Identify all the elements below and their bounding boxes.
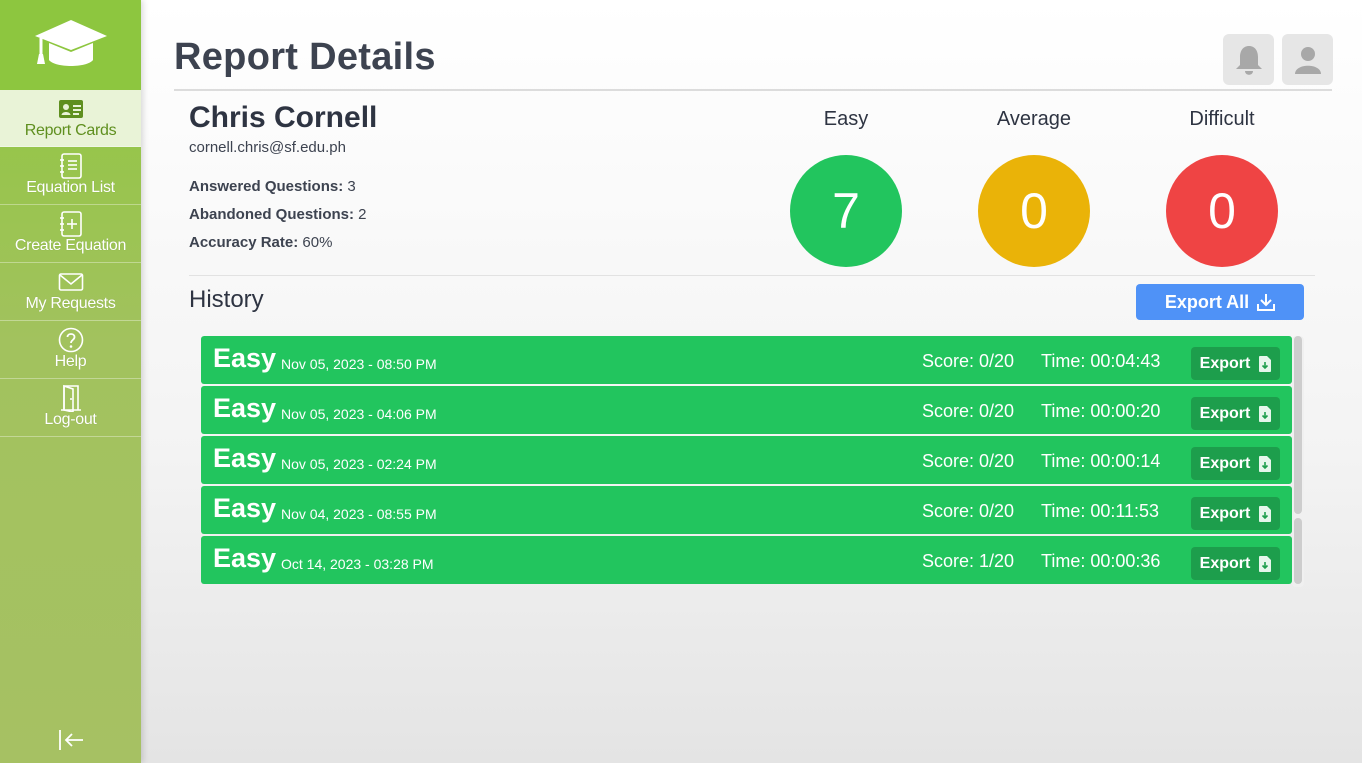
export-button[interactable]: Export [1191, 497, 1280, 530]
sidebar-item-label: Report Cards [24, 121, 117, 139]
user-icon [1294, 46, 1321, 74]
export-button[interactable]: Export [1191, 547, 1280, 580]
user-profile-button[interactable] [1282, 34, 1333, 85]
section-divider [189, 275, 1315, 276]
notebook-plus-icon [59, 211, 83, 237]
accuracy-rate: Accuracy Rate: 60% [189, 234, 332, 251]
difficulty-average: Average 0 [978, 108, 1090, 267]
difficulty-count-circle: 0 [1166, 155, 1278, 267]
history-title: History [189, 286, 264, 313]
history-list[interactable]: Easy Nov 05, 2023 - 08:50 PM Score: 0/20… [200, 336, 1304, 587]
history-date: Nov 05, 2023 - 08:50 PM [281, 356, 437, 372]
accuracy-rate-label: Accuracy Rate: [189, 234, 299, 251]
export-all-button[interactable]: Export All [1136, 284, 1304, 320]
history-date: Nov 05, 2023 - 04:06 PM [281, 406, 437, 422]
file-download-icon [1259, 355, 1272, 372]
history-score: Score: 0/20 [922, 451, 1015, 471]
history-date: Oct 14, 2023 - 03:28 PM [281, 556, 434, 572]
history-date: Nov 05, 2023 - 02:24 PM [281, 456, 437, 472]
history-time: Time: 00:00:36 [1041, 551, 1161, 571]
sidebar-item-label: Help [54, 353, 87, 370]
history-score: Score: 0/20 [922, 401, 1015, 421]
notebook-list-icon [59, 153, 83, 179]
history-time: Time: 00:00:20 [1041, 401, 1161, 421]
export-label: Export [1199, 454, 1251, 472]
file-download-icon [1259, 405, 1272, 422]
sidebar-item-label: Log-out [44, 411, 97, 428]
collapse-sidebar-button[interactable] [56, 725, 86, 755]
graduation-cap-icon [34, 20, 107, 66]
history-date: Nov 04, 2023 - 08:55 PM [281, 506, 437, 522]
collapse-left-icon [58, 730, 83, 750]
history-row: Easy Nov 05, 2023 - 02:24 PM Score: 0/20… [201, 436, 1292, 484]
file-download-icon [1259, 555, 1272, 572]
history-row: Easy Nov 04, 2023 - 08:55 PM Score: 0/20… [201, 486, 1292, 534]
export-button[interactable]: Export [1191, 447, 1280, 480]
history-time: Time: 00:11:53 [1041, 501, 1160, 521]
question-circle-icon [58, 327, 84, 353]
answered-questions: Answered Questions: 3 [189, 178, 356, 195]
abandoned-questions-value: 2 [358, 206, 367, 223]
abandoned-questions-label: Abandoned Questions: [189, 206, 354, 223]
export-button[interactable]: Export [1191, 347, 1280, 380]
history-difficulty: Easy [213, 493, 277, 523]
export-label: Export [1199, 504, 1251, 522]
bell-icon [1235, 45, 1262, 75]
sidebar-item-help[interactable]: Help [0, 321, 141, 379]
history-difficulty: Easy [213, 443, 277, 473]
export-all-label: Export All [1164, 291, 1250, 312]
sidebar-item-label: Create Equation [14, 237, 127, 254]
sidebar-item-create-equation[interactable]: Create Equation [0, 205, 141, 263]
history-score: Score: 0/20 [922, 351, 1015, 371]
history-time: Time: 00:00:14 [1041, 451, 1161, 471]
history-row: Easy Nov 05, 2023 - 04:06 PM Score: 0/20… [201, 386, 1292, 434]
difficulty-label: Difficult [1189, 108, 1255, 130]
difficulty-label: Easy [823, 108, 869, 130]
student-email: cornell.chris@sf.edu.ph [189, 139, 346, 156]
difficulty-label: Average [996, 108, 1072, 130]
answered-questions-label: Answered Questions: [189, 178, 344, 195]
scrollbar-thumb[interactable] [1294, 518, 1302, 584]
scrollbar-track-segment [1294, 336, 1302, 514]
history-time: Time: 00:04:43 [1041, 351, 1161, 371]
difficulty-easy: Easy 7 [790, 108, 902, 267]
export-label: Export [1199, 354, 1251, 372]
export-label: Export [1199, 554, 1251, 572]
sidebar: Report Cards Equation List Create Equati… [0, 0, 141, 763]
download-icon [1257, 294, 1276, 311]
page-title: Report Details [174, 36, 436, 78]
export-button[interactable]: Export [1191, 397, 1280, 430]
history-difficulty: Easy [213, 343, 277, 373]
file-download-icon [1259, 505, 1272, 522]
history-row: Easy Oct 14, 2023 - 03:28 PM Score: 1/20… [201, 536, 1292, 584]
sidebar-item-log-out[interactable]: Log-out [0, 379, 141, 437]
notifications-button[interactable] [1223, 34, 1274, 85]
history-row: Easy Nov 05, 2023 - 08:50 PM Score: 0/20… [201, 336, 1292, 384]
id-card-icon [58, 97, 84, 121]
history-score: Score: 0/20 [922, 501, 1015, 521]
sidebar-item-my-requests[interactable]: My Requests [0, 263, 141, 321]
abandoned-questions: Abandoned Questions: 2 [189, 206, 367, 223]
student-name: Chris Cornell [189, 101, 378, 134]
door-icon [59, 384, 83, 412]
sidebar-item-label: My Requests [25, 295, 116, 312]
sidebar-item-report-cards[interactable]: Report Cards [0, 90, 141, 147]
difficulty-difficult: Difficult 0 [1166, 108, 1278, 267]
sidebar-item-label: Equation List [26, 179, 115, 196]
answered-questions-value: 3 [347, 178, 356, 195]
history-difficulty: Easy [213, 393, 277, 423]
history-scrollbar[interactable] [1292, 336, 1304, 587]
file-download-icon [1259, 455, 1272, 472]
history-difficulty: Easy [213, 543, 277, 573]
envelope-icon [58, 270, 84, 294]
header-divider [174, 89, 1332, 91]
export-label: Export [1199, 404, 1251, 422]
difficulty-count-circle: 0 [978, 155, 1090, 267]
difficulty-count-circle: 7 [790, 155, 902, 267]
sidebar-item-equation-list[interactable]: Equation List [0, 147, 141, 205]
accuracy-rate-value: 60% [302, 234, 333, 251]
logo[interactable] [0, 0, 141, 90]
history-score: Score: 1/20 [922, 551, 1015, 571]
